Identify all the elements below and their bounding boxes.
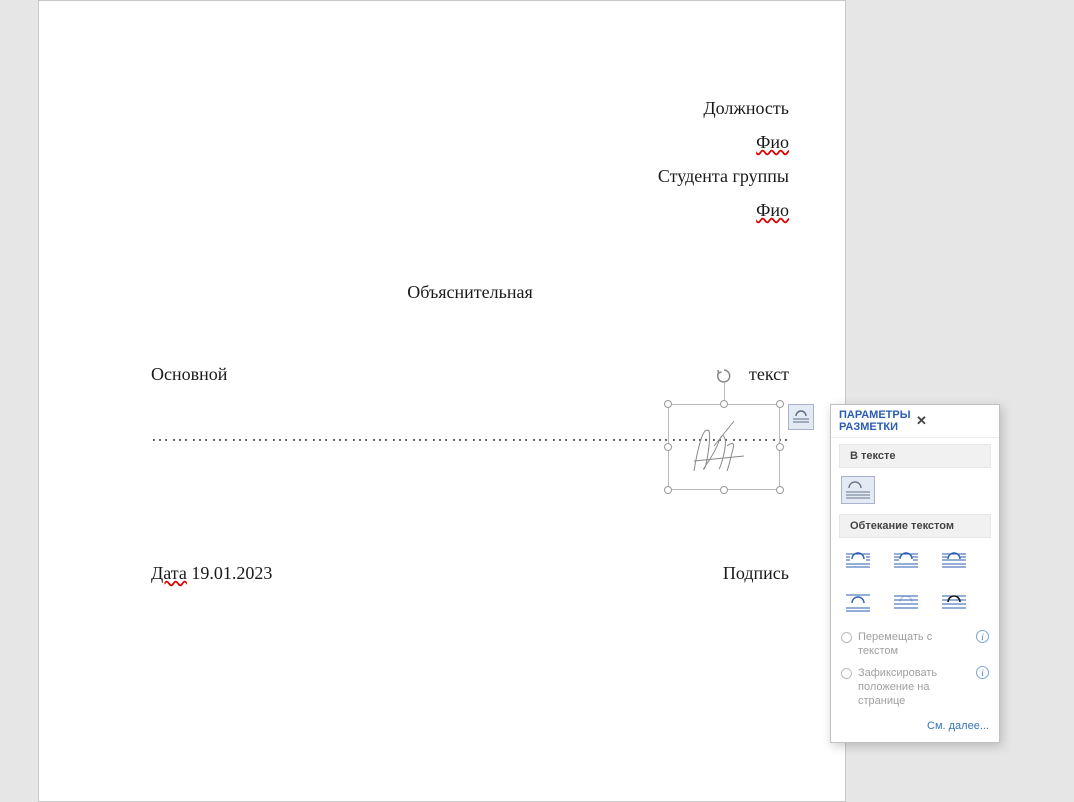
resize-handle-bl[interactable]	[664, 486, 672, 494]
rotate-handle[interactable]	[715, 367, 733, 385]
wrap-inline-icon	[844, 480, 872, 500]
wrap-behind-icon	[892, 592, 920, 612]
header-fio2: Фио	[151, 193, 789, 227]
radio-fix-on-page: Зафиксировать положение на странице i	[831, 662, 999, 712]
wrap-option-square[interactable]	[841, 546, 875, 574]
header-fio1: Фио	[151, 125, 789, 159]
body-word2: текст	[749, 364, 789, 384]
panel-title: ПАРАМЕТРЫ РАЗМЕТКИ	[839, 409, 914, 433]
signature-icon	[679, 411, 771, 485]
resize-handle-tr[interactable]	[776, 400, 784, 408]
wrap-option-topbottom[interactable]	[841, 588, 875, 616]
panel-header: ПАРАМЕТРЫ РАЗМЕТКИ ✕	[831, 405, 999, 438]
radio-fix-label: Зафиксировать положение на странице	[858, 666, 970, 708]
header-student-group: Студента группы	[151, 159, 789, 193]
section-inline-label: В тексте	[839, 444, 991, 468]
wrap-tight-icon	[892, 550, 920, 570]
footer-date: Дата 19.01.2023	[151, 556, 272, 590]
wrap-option-tight[interactable]	[889, 546, 923, 574]
resize-handle-tc[interactable]	[720, 400, 728, 408]
resize-handle-mr[interactable]	[776, 443, 784, 451]
signature-image-selection[interactable]	[668, 404, 780, 490]
wrap-through-icon	[940, 550, 968, 570]
radio-icon	[841, 632, 852, 643]
resize-handle-br[interactable]	[776, 486, 784, 494]
radio-move-with-text: Перемещать с текстом i	[831, 626, 999, 662]
body-word1: Основной	[151, 364, 227, 384]
layout-options-panel: ПАРАМЕТРЫ РАЗМЕТКИ ✕ В тексте Обтекание …	[830, 404, 1000, 743]
date-value: 19.01.2023	[191, 563, 272, 583]
wrap-option-through[interactable]	[937, 546, 971, 574]
date-word: Дата	[151, 563, 187, 583]
wrap-front-icon	[940, 592, 968, 612]
section-wrap-label: Обтекание текстом	[839, 514, 991, 538]
radio-icon	[841, 668, 852, 679]
rotate-stem	[724, 383, 725, 401]
layout-options-button[interactable]	[788, 404, 814, 430]
document-title: Объяснительная	[151, 275, 789, 309]
resize-handle-tl[interactable]	[664, 400, 672, 408]
resize-handle-ml[interactable]	[664, 443, 672, 451]
wrap-option-front[interactable]	[937, 588, 971, 616]
resize-handle-bc[interactable]	[720, 486, 728, 494]
info-icon[interactable]: i	[976, 666, 989, 679]
info-icon[interactable]: i	[976, 630, 989, 643]
wrap-topbottom-icon	[844, 592, 872, 612]
wrap-option-behind[interactable]	[889, 588, 923, 616]
see-more-link[interactable]: См. далее...	[831, 712, 999, 742]
layout-options-icon	[792, 410, 810, 424]
header-position: Должность	[151, 91, 789, 125]
close-icon[interactable]: ✕	[914, 413, 993, 429]
wrap-option-inline[interactable]	[841, 476, 875, 504]
radio-move-label: Перемещать с текстом	[858, 630, 970, 658]
wrap-square-icon	[844, 550, 872, 570]
footer-signature-label: Подпись	[723, 556, 789, 590]
